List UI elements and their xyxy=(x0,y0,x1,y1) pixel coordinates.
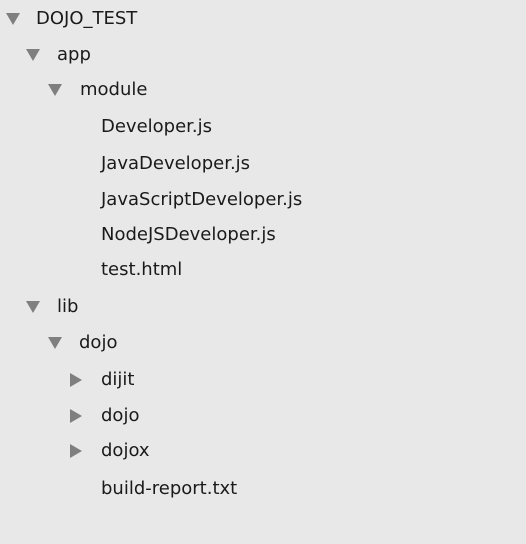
disclosure-expanded-icon[interactable] xyxy=(47,72,63,108)
tree-file-javadeveloper-js[interactable]: JavaDeveloper.js xyxy=(0,146,526,182)
tree-node-label: dojox xyxy=(101,440,150,461)
tree-node-label: lib xyxy=(57,296,79,317)
file-tree: DOJO_TEST app module Developer.js JavaDe… xyxy=(0,0,526,544)
disclosure-collapsed-icon[interactable] xyxy=(68,433,84,469)
tree-file-label: NodeJSDeveloper.js xyxy=(101,224,276,245)
disclosure-expanded-icon[interactable] xyxy=(47,325,63,361)
tree-file-javascriptdeveloper-js[interactable]: JavaScriptDeveloper.js xyxy=(0,182,526,218)
tree-node-label: dojo xyxy=(79,332,118,353)
tree-node-label: DOJO_TEST xyxy=(36,8,138,29)
disclosure-collapsed-icon[interactable] xyxy=(68,398,84,434)
disclosure-expanded-icon[interactable] xyxy=(25,289,41,325)
tree-node-module[interactable]: module xyxy=(0,72,526,108)
tree-node-label: dojo xyxy=(101,405,140,426)
tree-file-test-html[interactable]: test.html xyxy=(0,252,526,288)
tree-node-lib-dojo[interactable]: dojo xyxy=(0,325,526,361)
tree-node-app[interactable]: app xyxy=(0,37,526,73)
tree-file-label: test.html xyxy=(101,259,183,280)
tree-node-label: app xyxy=(57,44,91,65)
disclosure-expanded-icon[interactable] xyxy=(5,1,21,37)
tree-node-label: module xyxy=(80,79,148,100)
tree-node-dojox[interactable]: dojox xyxy=(0,433,526,469)
tree-node-dijit[interactable]: dijit xyxy=(0,362,526,398)
tree-node-label: dijit xyxy=(101,369,135,390)
tree-file-build-report-txt[interactable]: build-report.txt xyxy=(0,471,526,507)
tree-file-label: JavaDeveloper.js xyxy=(101,153,251,174)
tree-node-lib[interactable]: lib xyxy=(0,289,526,325)
disclosure-expanded-icon[interactable] xyxy=(25,37,41,73)
disclosure-collapsed-icon[interactable] xyxy=(68,362,84,398)
tree-file-developer-js[interactable]: Developer.js xyxy=(0,109,526,145)
tree-node-dojo-core[interactable]: dojo xyxy=(0,398,526,434)
tree-file-label: build-report.txt xyxy=(101,478,238,499)
tree-node-dojo-test[interactable]: DOJO_TEST xyxy=(0,1,526,37)
tree-file-label: Developer.js xyxy=(101,116,213,137)
tree-file-label: JavaScriptDeveloper.js xyxy=(101,189,303,210)
tree-file-nodejsdeveloper-js[interactable]: NodeJSDeveloper.js xyxy=(0,217,526,253)
